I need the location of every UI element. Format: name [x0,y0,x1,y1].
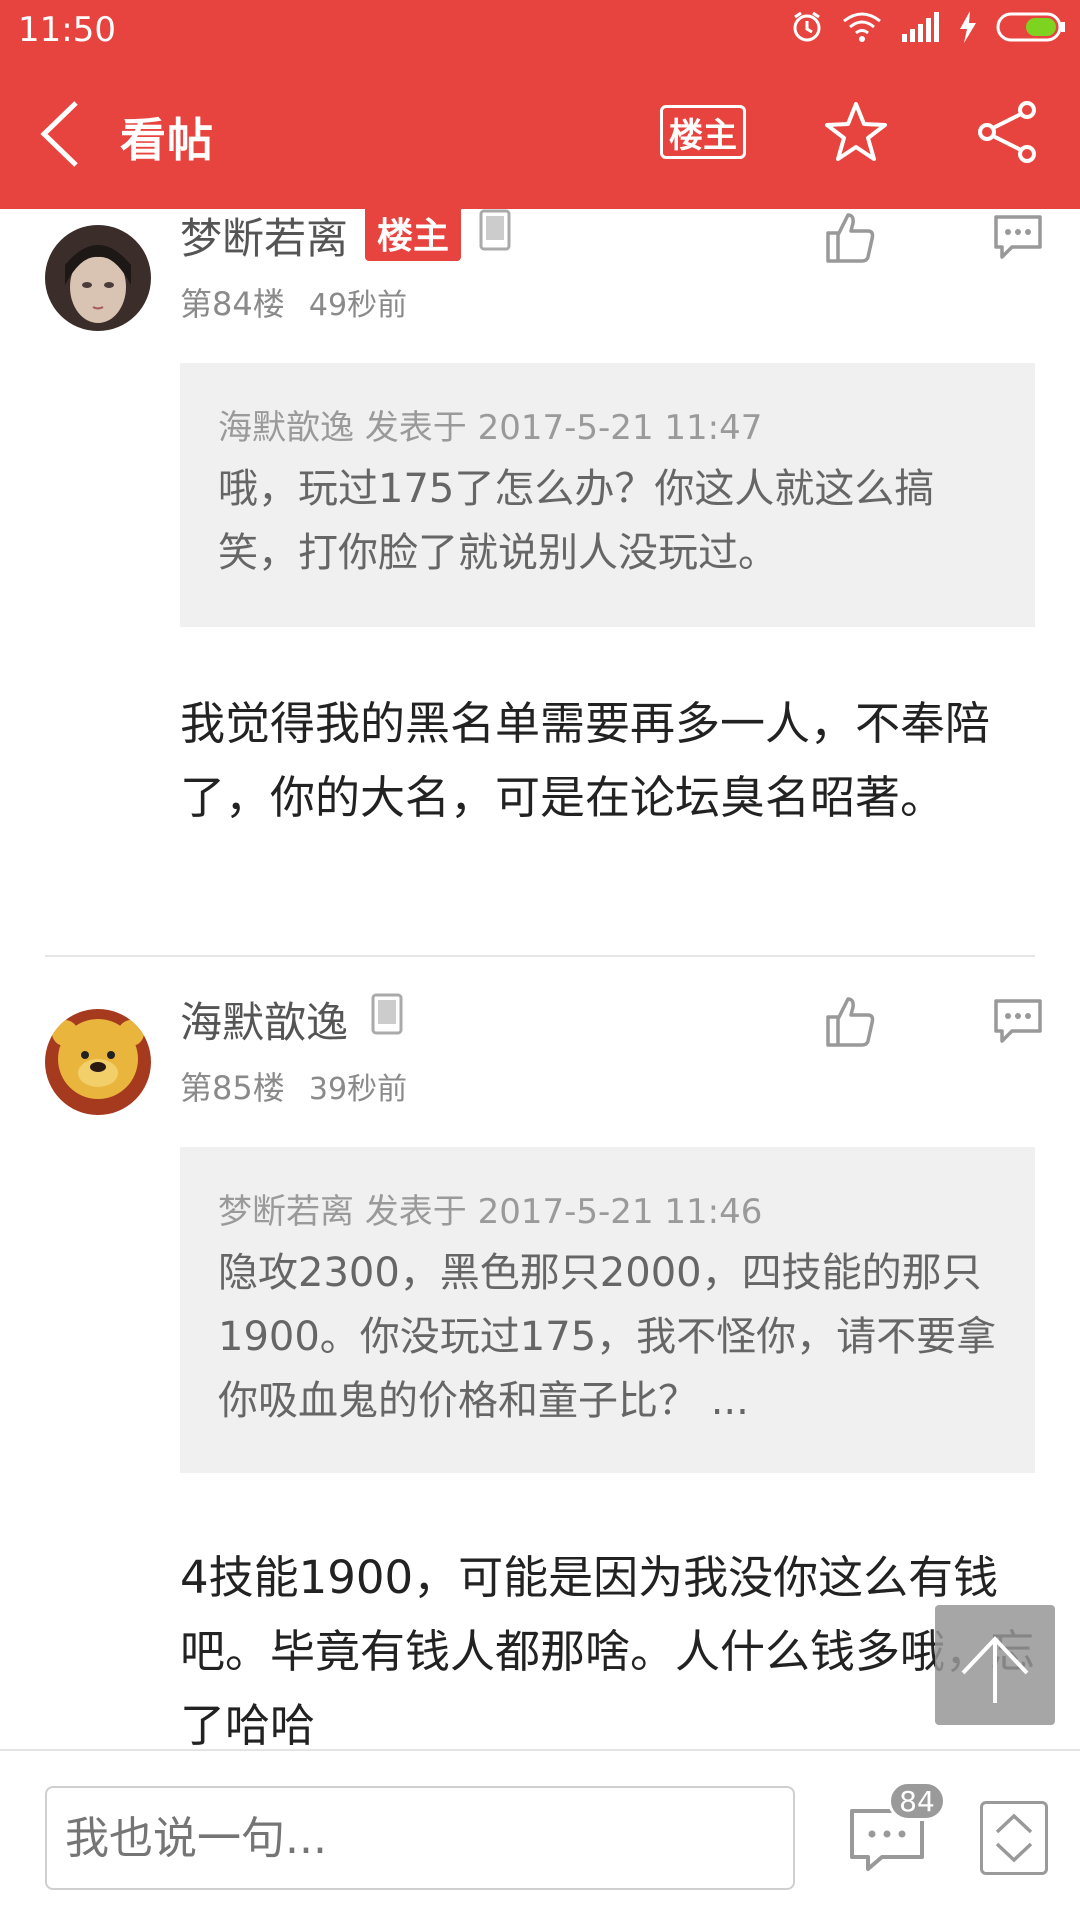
floor-number: 第85楼 [180,1069,285,1107]
expand-icon [995,1813,1033,1863]
share-icon [978,101,1036,163]
quote-header: 海默歆逸 发表于 2017-5-21 11:47 [218,408,763,448]
scroll-to-top-button[interactable] [935,1605,1055,1725]
post-time: 49秒前 [308,288,408,323]
top-bar: 11:50 看帖 楼主 [0,0,1080,209]
owner-only-button[interactable]: 楼主 [660,105,746,159]
author-name[interactable]: 海默歆逸 [180,989,348,1050]
status-icons [790,10,1066,44]
thumbs-up-icon [826,997,875,1047]
quote-header: 梦断若离 发表于 2017-5-21 11:46 [218,1192,763,1232]
charging-icon [958,11,978,43]
quote-text: 隐攻2300，黑色那只2000，四技能的那只1900。你没玩过175，我不怪你，… [218,1250,997,1424]
share-button[interactable] [975,100,1039,164]
post-meta: 第84楼 49秒前 [180,279,407,325]
star-icon [825,102,887,161]
arrow-up-icon [961,1636,1029,1703]
post-item: 梦断若离 楼主 第84楼 49秒前 海默歆逸 发表于 2017-5-21 11:… [0,209,1080,959]
favorite-button[interactable] [824,100,888,164]
header: 看帖 楼主 [0,60,1080,209]
floor-number: 第84楼 [180,285,285,323]
post-content: 我觉得我的黑名单需要再多一人，不奉陪了，你的大名，可是在论坛臭名昭著。 [180,697,991,824]
post-content: 4技能1900，可能是因为我没你这么有钱吧。毕竟有钱人都那啥。人什么钱多哦，忘了… [180,1551,1036,1749]
back-button[interactable] [30,98,90,170]
page-title: 看帖 [120,113,214,167]
like-button[interactable] [822,993,878,1049]
avatar[interactable] [45,1009,151,1115]
post-item: 海默歆逸 第85楼 39秒前 梦断若离 发表于 2017-5-21 11:46 … [0,959,1080,1749]
app-screen: 11:50 看帖 楼主 梦断若离 楼主 第84楼 49秒前 海默歆逸 发表于 2… [0,0,1080,1920]
status-bar: 11:50 [0,0,1080,60]
post-list[interactable]: 梦断若离 楼主 第84楼 49秒前 海默歆逸 发表于 2017-5-21 11:… [0,209,1080,1749]
reply-button[interactable] [990,209,1046,265]
quote-text: 哦，玩过175了怎么办？你这人就这么搞笑，打你脸了就说别人没玩过。 [218,466,935,576]
post-meta: 第85楼 39秒前 [180,1063,407,1109]
post-time: 39秒前 [308,1072,408,1107]
comment-icon [994,215,1042,259]
status-time: 11:50 [18,10,116,50]
signal-icon [900,12,940,42]
like-button[interactable] [822,209,878,265]
comment-icon [994,999,1042,1043]
reply-button[interactable] [990,993,1046,1049]
avatar[interactable] [45,225,151,331]
phone-icon [370,993,404,1035]
phone-icon [478,209,512,251]
author-name[interactable]: 梦断若离 [180,209,348,266]
thumbs-up-icon [826,213,875,263]
wifi-icon [842,11,882,43]
comment-count-badge: 84 [888,1781,946,1821]
back-arrow-icon [40,101,78,167]
bottom-bar: 84 [0,1749,1080,1920]
page-jump-button[interactable] [980,1801,1048,1875]
alarm-icon [790,10,824,44]
owner-badge: 楼主 [365,209,462,261]
divider [45,955,1035,957]
reply-input[interactable] [45,1786,795,1890]
quoted-post[interactable]: 海默歆逸 发表于 2017-5-21 11:47 哦，玩过175了怎么办？你这人… [180,363,1035,627]
battery-icon [996,11,1066,43]
quoted-post[interactable]: 梦断若离 发表于 2017-5-21 11:46 隐攻2300，黑色那只2000… [180,1147,1035,1473]
